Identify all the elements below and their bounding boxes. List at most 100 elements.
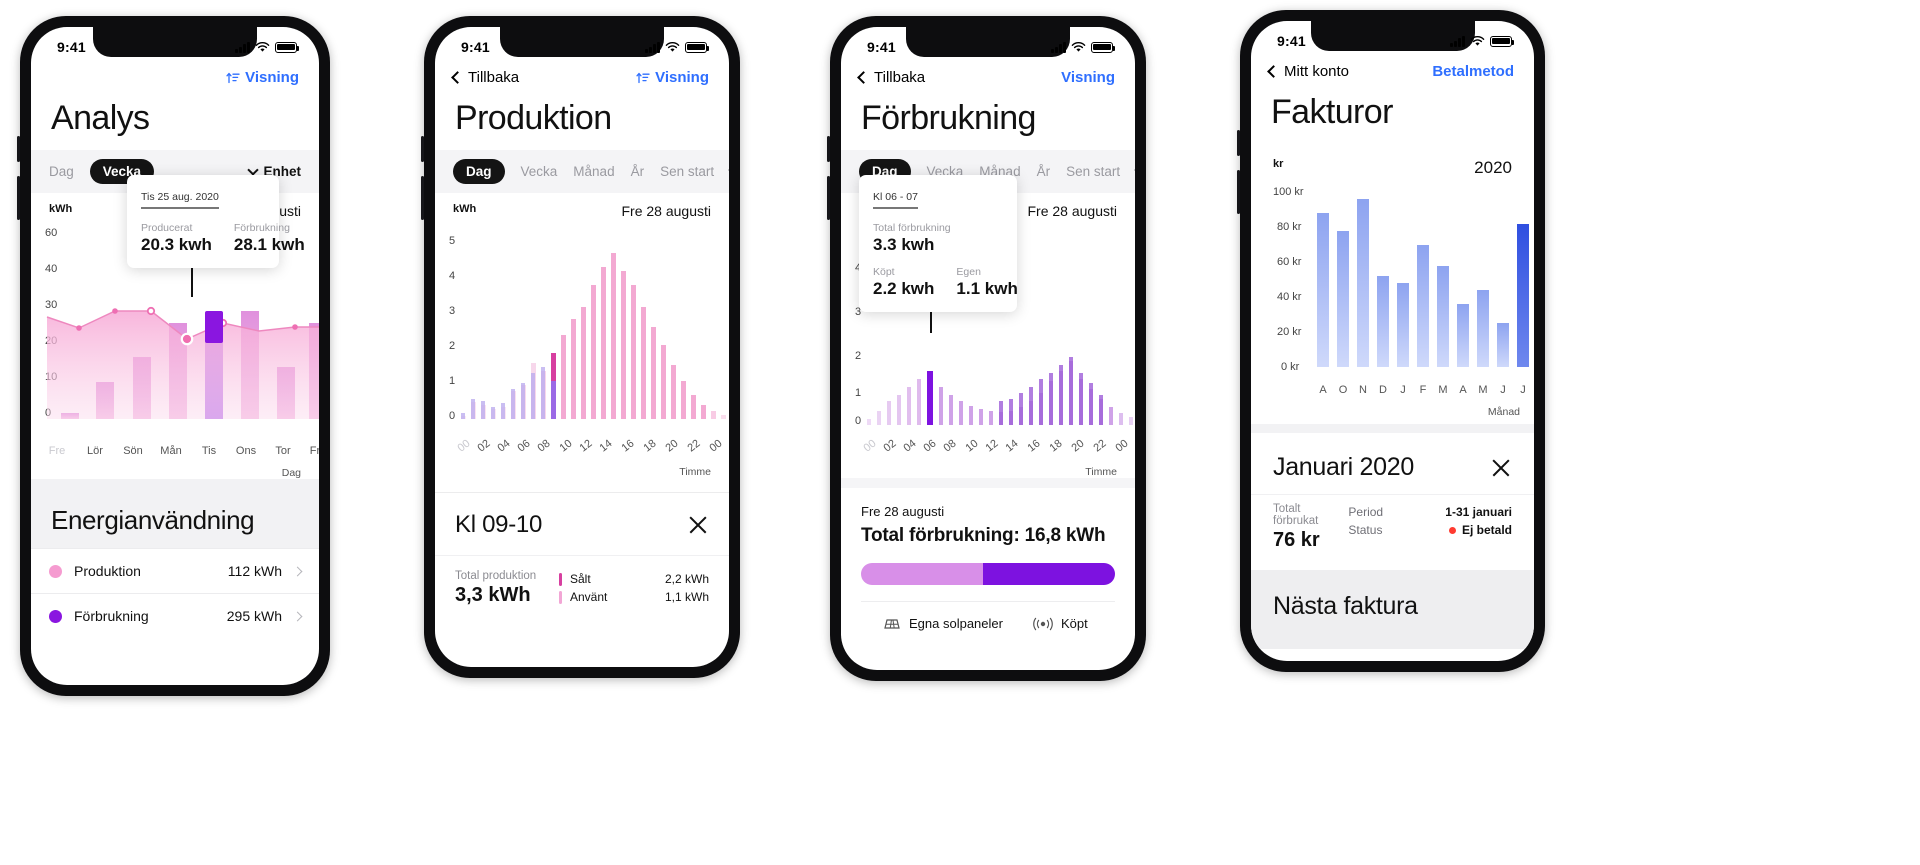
list-item-forbrukning[interactable]: Förbrukning 295 kWh (31, 593, 319, 638)
chart-2-header: kWh Fre 28 augusti (435, 193, 729, 219)
chart-1-unit: kWh (49, 203, 72, 219)
status-dot-icon (1449, 527, 1456, 534)
chart-3-xtick-00a: 00 (861, 438, 878, 455)
volume-up-button[interactable] (17, 136, 20, 162)
back-button-3[interactable]: Tillbaka (859, 69, 925, 86)
back-label-2: Tillbaka (468, 69, 519, 86)
salt-color-bar (559, 573, 562, 586)
volume-up-button[interactable] (421, 136, 424, 162)
phone-4-screen: 9:41 Mitt konto Betalmetod Fakturor (1251, 21, 1534, 661)
visning-button-3[interactable]: Visning (1061, 69, 1115, 86)
status-time: 9:41 (1277, 33, 1306, 49)
solar-panel-icon (883, 617, 901, 631)
invoice-detail: Januari 2020 Totalt förbrukat 76 kr Peri… (1251, 433, 1534, 570)
segment-ar-2[interactable]: År (631, 164, 645, 179)
chart-2-xtick-16: 16 (619, 438, 636, 455)
tooltip-1-produced-key: Producerat (141, 222, 212, 234)
legend-row-salt: Sålt 2,2 kWh (559, 570, 709, 588)
summary-3-date: Fre 28 augusti (861, 504, 1115, 519)
back-button-4[interactable]: Mitt konto (1269, 63, 1349, 80)
invoice-total-block: Totalt förbrukat 76 kr (1273, 503, 1348, 552)
chart-4-ytick-20: 20 kr (1277, 326, 1301, 338)
chevron-right-icon (293, 566, 303, 576)
close-icon[interactable] (687, 514, 709, 536)
volume-down-button[interactable] (1237, 170, 1240, 214)
tooltip-3-egen: Egen 1.1 kwh (956, 266, 1017, 299)
detail-sheet-2-header: Kl 09-10 (435, 493, 729, 545)
volume-up-button[interactable] (827, 136, 830, 162)
list-item-produktion[interactable]: Produktion 112 kWh (31, 548, 319, 593)
volume-down-button[interactable] (827, 176, 830, 220)
visning-button-2[interactable]: Visning (636, 69, 709, 86)
tooltip-3-egen-key: Egen (956, 266, 1017, 278)
legend-row-anvant: Använt 1,1 kWh (559, 588, 709, 606)
betalmetod-button[interactable]: Betalmetod (1432, 63, 1514, 80)
segment-ar-3[interactable]: År (1037, 164, 1051, 179)
close-icon[interactable] (1490, 457, 1512, 479)
visning-label-3: Visning (1061, 69, 1115, 86)
chart-3-xaxis: 00 02 04 06 08 10 12 14 16 18 20 22 00 (851, 440, 1125, 462)
status-time: 9:41 (57, 39, 86, 55)
tooltip-3-total-key: Total förbrukning (873, 222, 1003, 234)
segment-dag-2[interactable]: Dag (453, 159, 505, 184)
status-icons (235, 42, 297, 53)
chart-4-xaxis: A O N D J F M A M J J (1313, 384, 1524, 406)
chart-4-xtick-m2: M (1478, 384, 1487, 396)
visning-button-1[interactable]: Visning (226, 69, 299, 86)
salt-label: Sålt (570, 572, 591, 586)
tooltip-3-date: Kl 06 - 07 (873, 191, 918, 209)
chart-3-xtick-06: 06 (921, 438, 938, 455)
chart-2-container: kWh Fre 28 augusti 5 4 3 2 1 0 (435, 193, 729, 478)
tooltip-3-total: Total förbrukning 3.3 kwh (873, 222, 1003, 255)
status-icons (1051, 42, 1113, 53)
chart-4-xtick-d: D (1379, 384, 1387, 396)
detail-sheet-2: Kl 09-10 Total produktion 3,3 kWh Sålt 2… (435, 492, 729, 607)
chart-4-plot[interactable]: 100 kr 80 kr 60 kr 40 kr 20 kr 0 kr (1265, 182, 1524, 382)
volume-down-button[interactable] (421, 176, 424, 220)
total-produktion-key: Total produktion (455, 570, 536, 582)
invoice-meta-block: Period 1-31 januari Status Ej betald (1348, 503, 1512, 552)
invoice-body: Totalt förbrukat 76 kr Period 1-31 janua… (1251, 494, 1534, 570)
visning-label-2: Visning (655, 69, 709, 86)
phone-3-forbrukning: 9:41 Tillbaka Visning Förbrukning Dag (830, 16, 1146, 681)
consumption-split-bar (861, 563, 1115, 585)
chart-2-date: Fre 28 augusti (622, 203, 712, 219)
volume-up-button[interactable] (1237, 130, 1240, 156)
chart-4-xtick-f: F (1420, 384, 1427, 396)
tooltip-1-consumed-key: Förbrukning (234, 222, 305, 234)
volume-down-button[interactable] (17, 176, 20, 220)
segment-senstart-3[interactable]: Sen start (1066, 164, 1120, 179)
chart-4-ytick-0: 0 kr (1281, 361, 1299, 373)
chart-1-xaxis: Fre Lör Sön Mån Tis Ons Tor Fre (41, 445, 309, 467)
back-button-2[interactable]: Tillbaka (453, 69, 519, 86)
invoice-period-value: 1-31 januari (1445, 505, 1512, 519)
chart-4-ytick-40: 40 kr (1277, 291, 1301, 303)
forbrukning-value: 295 kWh (227, 608, 282, 624)
segment-vecka-2[interactable]: Vecka (521, 164, 558, 179)
segment-manad-2[interactable]: Månad (573, 164, 614, 179)
chart-4-xaxis-name: Månad (1251, 406, 1534, 418)
chevron-down-icon (728, 164, 729, 175)
invoice-title: Januari 2020 (1273, 453, 1414, 482)
chart-4-xtick-j1: J (1400, 384, 1406, 396)
visning-label-1: Visning (245, 69, 299, 86)
segment-dag-1[interactable]: Dag (49, 164, 74, 179)
chart-2-xtick-02: 02 (475, 438, 492, 455)
energy-usage-section: Energianvändning Produktion 112 kWh Förb… (31, 479, 319, 638)
tooltip-3-kopt: Köpt 2.2 kwh (873, 266, 934, 299)
tooltip-3-total-value: 3.3 kwh (873, 235, 1003, 255)
chart-4-ytick-80: 80 kr (1277, 221, 1301, 233)
chart-3-date: Fre 28 augusti (1028, 203, 1118, 219)
chart-2-xtick-08: 08 (535, 438, 552, 455)
page-title-1: Analys (31, 91, 319, 150)
tooltip-1-produced: Producerat 20.3 kwh (141, 222, 212, 255)
split-segment-purchased (983, 563, 1115, 585)
chart-2-plot[interactable]: 5 4 3 2 1 0 (445, 223, 719, 438)
segment-senstart-2[interactable]: Sen start (660, 164, 714, 179)
cellular-signal-icon (645, 42, 660, 53)
battery-icon (1091, 42, 1113, 53)
invoice-total-value: 76 kr (1273, 529, 1348, 552)
chart-1-tooltip: Tis 25 aug. 2020 Producerat 20.3 kwh För… (127, 175, 279, 268)
anvant-color-bar (559, 591, 562, 604)
chart-1-xtick-3: Mån (160, 445, 181, 457)
